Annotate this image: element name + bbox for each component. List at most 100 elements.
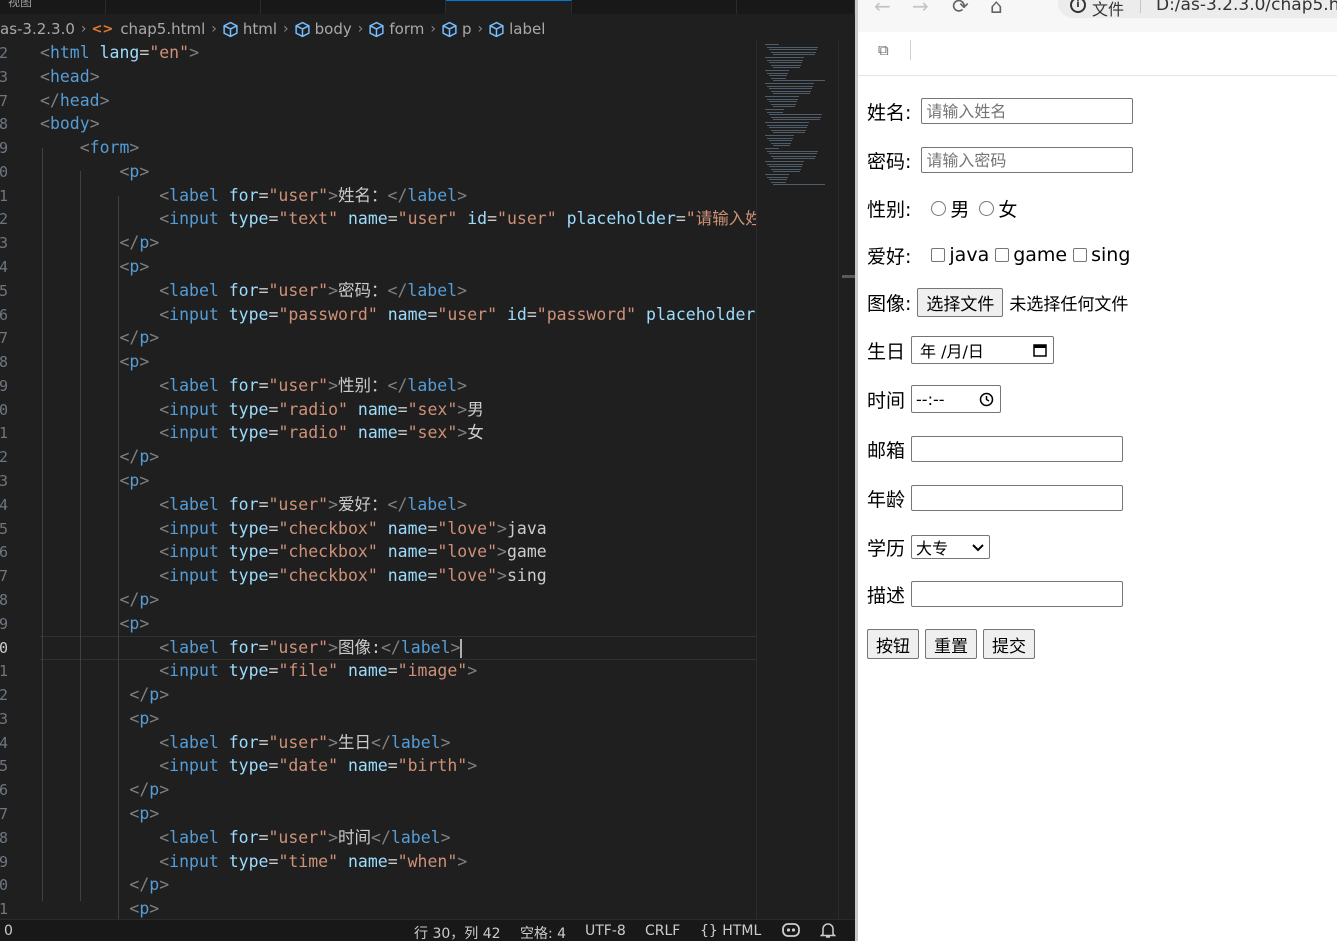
code-line[interactable]: <label for="user">生日</label> <box>40 731 450 755</box>
editor-tab[interactable] <box>261 0 446 14</box>
line-number: 0 <box>0 401 9 419</box>
code-line[interactable]: <label for="user">时间</label> <box>40 826 450 850</box>
code-line[interactable]: </p> <box>40 445 159 469</box>
editor-tab[interactable]: 视图 <box>0 0 106 14</box>
scrollbar-thumb[interactable] <box>842 275 855 278</box>
minimap-line <box>769 179 787 181</box>
calendar-icon[interactable] <box>1033 343 1047 357</box>
code-line[interactable]: <form> <box>40 136 140 160</box>
birth-date-input[interactable]: 年 /月/日 <box>911 336 1055 364</box>
code-line[interactable]: <body> <box>40 112 100 136</box>
code-line[interactable]: <input type="checkbox" name="love">sing <box>40 564 547 588</box>
code-line[interactable]: <input type="radio" name="sex">女 <box>40 421 484 445</box>
code-line[interactable]: <input type="file" name="image"> <box>40 659 477 683</box>
breadcrumb-symbol-body[interactable]: body <box>294 20 352 38</box>
code-line[interactable]: </p> <box>40 231 159 255</box>
editor-tab-active[interactable] <box>446 0 572 14</box>
code-line[interactable]: <input type="password" name="user" id="p… <box>40 303 756 327</box>
breadcrumb-symbol-p[interactable]: p <box>441 20 472 38</box>
email-input[interactable] <box>911 436 1124 462</box>
gender-radio-female[interactable] <box>979 200 995 216</box>
status-left-indicator[interactable]: 0 <box>4 923 13 939</box>
code-line[interactable]: <label for="user">密码：</label> <box>40 279 467 303</box>
code-token: "user" <box>268 733 329 752</box>
code-line[interactable]: <input type="checkbox" name="love">game <box>40 540 547 564</box>
code-line[interactable]: <input type="time" name="when"> <box>40 850 467 874</box>
forward-arrow-icon[interactable]: → <box>912 0 929 18</box>
code-line[interactable]: </p> <box>40 588 159 612</box>
code-line[interactable]: <p> <box>40 469 149 493</box>
code-line[interactable]: </p> <box>40 326 159 350</box>
code-line[interactable]: <label for="user">爱好：</label> <box>40 493 467 517</box>
breadcrumb-symbol-form[interactable]: form <box>368 20 424 38</box>
status-encoding[interactable]: UTF-8 <box>585 923 626 939</box>
description-input[interactable] <box>911 581 1124 607</box>
status-eol[interactable]: CRLF <box>645 923 680 939</box>
code-line[interactable]: <p> <box>40 160 149 184</box>
hobby-checkbox-sing[interactable] <box>1073 248 1088 262</box>
code-line[interactable]: <html lang="en"> <box>40 41 199 65</box>
code-line[interactable]: <p> <box>40 350 149 374</box>
code-line[interactable]: <p> <box>40 612 149 636</box>
code-line[interactable]: <input type="radio" name="sex">男 <box>40 398 484 422</box>
code-line[interactable]: </p> <box>40 873 169 897</box>
code-token: type <box>228 209 269 228</box>
code-line[interactable]: </p> <box>40 683 169 707</box>
hobby-checkbox-game[interactable] <box>995 248 1010 262</box>
code-line[interactable]: <label for="user">图像:</label> <box>40 636 463 660</box>
code-line[interactable]: <input type="text" name="user" id="user"… <box>40 207 756 231</box>
name-input[interactable] <box>921 98 1134 124</box>
address-url[interactable]: D:/as-3.2.3.0/chap5.htm <box>1156 0 1337 15</box>
code-token: 男 <box>467 400 484 419</box>
editor-tab[interactable] <box>572 0 737 14</box>
back-arrow-icon[interactable]: ← <box>874 0 891 18</box>
status-language-mode[interactable]: {} HTML <box>700 923 761 939</box>
minimap-line <box>773 67 800 69</box>
code-line[interactable]: </head> <box>40 89 110 113</box>
restore-window-icon[interactable]: ⧉ <box>878 41 889 59</box>
age-input[interactable] <box>911 485 1124 511</box>
copilot-icon[interactable] <box>781 921 801 941</box>
status-indentation[interactable]: 空格: 4 <box>520 923 566 941</box>
clock-icon[interactable] <box>979 392 994 407</box>
code-line[interactable]: <label for="user">性别：</label> <box>40 374 467 398</box>
home-icon[interactable]: ⌂ <box>990 0 1003 18</box>
code-line[interactable]: <p> <box>40 707 159 731</box>
editor-tab[interactable] <box>737 0 855 14</box>
reset-button[interactable]: 重置 <box>925 629 977 659</box>
code-token: 性别： <box>338 376 388 395</box>
bell-icon[interactable] <box>819 921 837 941</box>
code-line[interactable]: <head> <box>40 65 100 89</box>
info-icon[interactable]: i <box>1070 0 1086 13</box>
breadcrumb-symbol-html[interactable]: html <box>222 20 277 38</box>
code-line[interactable]: </p> <box>40 778 169 802</box>
breadcrumb-file[interactable]: <> chap5.html <box>92 20 206 38</box>
breadcrumb-folder[interactable]: as-3.2.3.0 <box>0 20 75 38</box>
hobby-checkbox-java[interactable] <box>931 248 946 262</box>
time-input[interactable]: --:-- <box>911 385 1002 413</box>
submit-button[interactable]: 提交 <box>983 629 1035 659</box>
gender-radio-male[interactable] <box>931 200 947 216</box>
breadcrumb-symbol-label-text: label <box>509 20 546 38</box>
code-token: type <box>228 519 269 538</box>
code-area[interactable]: <html lang="en"> <head> </head> <body> <for… <box>0 41 756 919</box>
choose-file-button[interactable]: 选择文件 <box>917 287 1004 317</box>
code-editor[interactable]: 视图 as-3.2.3.0 › <> chap5.html › html › bo… <box>0 0 855 941</box>
education-select[interactable]: 大专 <box>911 535 991 559</box>
status-cursor-position[interactable]: 行 30，列 42 <box>414 923 501 941</box>
code-line[interactable]: <p> <box>40 255 149 279</box>
reload-icon[interactable]: ⟳ <box>952 0 969 18</box>
code-token: < <box>40 519 170 538</box>
code-line[interactable]: <p> <box>40 802 159 826</box>
vertical-scrollbar[interactable] <box>838 41 855 919</box>
code-line[interactable]: <label for="user">姓名：</label> <box>40 184 467 208</box>
breadcrumb-symbol-label[interactable]: label <box>488 20 545 38</box>
plain-button[interactable]: 按钮 <box>867 629 919 659</box>
editor-tab[interactable] <box>106 0 261 14</box>
code-line[interactable]: <p> <box>40 897 159 919</box>
address-bar[interactable]: i 文件 D:/as-3.2.3.0/chap5.htm <box>1058 0 1337 19</box>
code-line[interactable]: <input type="date" name="birth"> <box>40 754 477 778</box>
code-line[interactable]: <input type="checkbox" name="love">java <box>40 517 547 541</box>
password-input[interactable] <box>921 147 1134 173</box>
minimap[interactable] <box>756 41 838 919</box>
